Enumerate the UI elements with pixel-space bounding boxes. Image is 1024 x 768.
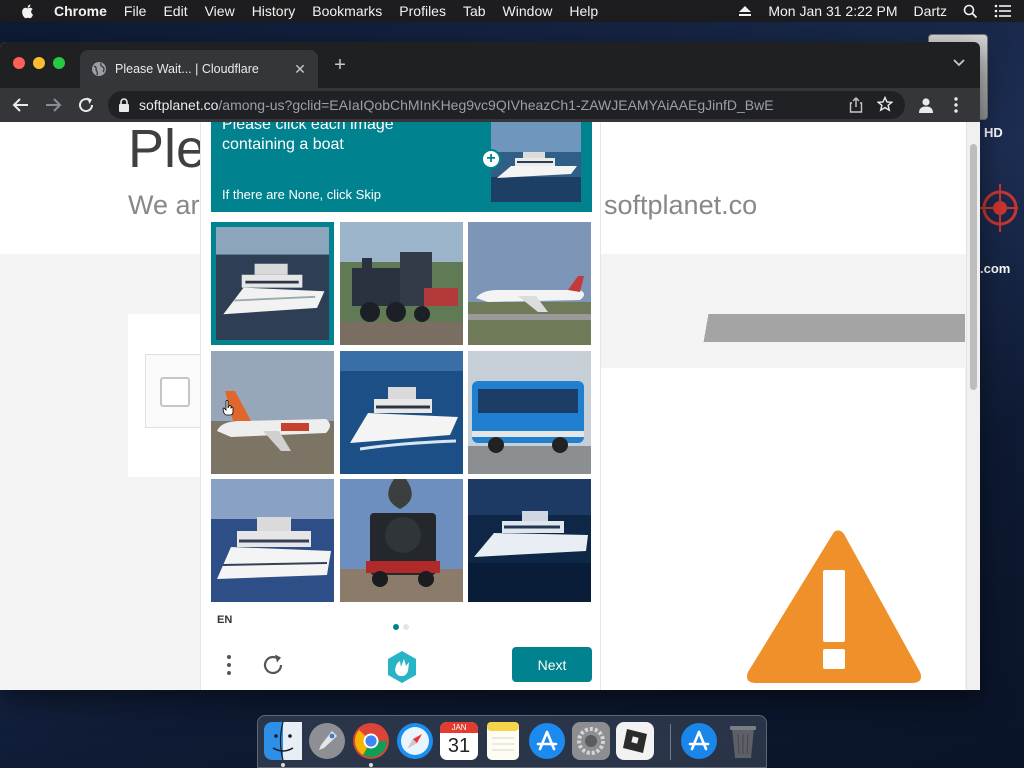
page-title: Ple	[128, 122, 207, 179]
image-tile-yacht-selected[interactable]	[211, 222, 334, 345]
eject-icon[interactable]	[738, 5, 752, 17]
hcaptcha-logo-icon[interactable]	[384, 649, 420, 685]
menu-view[interactable]: View	[205, 3, 235, 19]
reload-icon[interactable]	[77, 96, 95, 114]
launchpad-icon[interactable]	[308, 722, 346, 760]
close-tab-icon[interactable]: ✕	[292, 61, 308, 78]
profile-icon[interactable]	[917, 96, 935, 114]
progress-band-edge	[700, 314, 712, 342]
image-tile-yacht[interactable]	[340, 351, 463, 474]
back-arrow-icon[interactable]	[12, 96, 30, 114]
more-menu-icon[interactable]	[952, 96, 960, 114]
globe-icon	[92, 62, 106, 76]
page-subtitle: We ar	[128, 190, 200, 220]
prompt-skip-hint: If there are None, click Skip	[222, 187, 381, 202]
prompt-text-line2: containing a boat	[222, 136, 344, 153]
safari-icon[interactable]	[396, 722, 434, 760]
menu-app-chrome[interactable]: Chrome	[54, 3, 107, 19]
control-center-list-icon[interactable]	[994, 4, 1012, 18]
challenge-pager	[393, 624, 413, 630]
challenge-prompt: Please click each image containing a boa…	[211, 122, 592, 212]
new-tab-button[interactable]: +	[330, 55, 350, 76]
dock-separator	[670, 724, 671, 760]
next-button[interactable]: Next	[512, 647, 592, 682]
captcha-menu-icon[interactable]	[225, 653, 233, 677]
calendar-icon[interactable]: JAN 31	[440, 722, 478, 760]
tab-title: Please Wait... | Cloudflare	[115, 62, 259, 76]
menubar-clock[interactable]: Mon Jan 31 2:22 PM	[768, 3, 897, 19]
menu-profiles[interactable]: Profiles	[399, 3, 446, 19]
tab-strip: Please Wait... | Cloudflare ✕ +	[0, 42, 980, 88]
lock-icon[interactable]	[118, 98, 130, 112]
hand-pointer-cursor-icon	[222, 400, 234, 416]
macos-menubar: Chrome File Edit View History Bookmarks …	[0, 0, 1024, 22]
image-tile-yacht[interactable]	[211, 479, 334, 602]
tab-search-chevron-icon[interactable]	[952, 58, 966, 68]
pager-dot	[403, 624, 409, 630]
menu-edit[interactable]: Edit	[163, 3, 187, 19]
captcha-challenge: Please click each image containing a boa…	[200, 122, 601, 690]
trash-icon[interactable]	[724, 722, 762, 760]
language-selector[interactable]: EN	[217, 614, 232, 626]
chrome-window: Please Wait... | Cloudflare ✕ + softplan…	[0, 42, 980, 690]
menu-bookmarks[interactable]: Bookmarks	[312, 3, 382, 19]
image-grid	[211, 222, 592, 603]
url-host: softplanet.co	[139, 97, 219, 113]
desktop-file-label[interactable]: .com	[980, 261, 1010, 276]
close-window-button[interactable]	[13, 57, 25, 69]
share-icon[interactable]	[849, 97, 863, 113]
macos-dock: JAN 31	[257, 715, 767, 768]
notes-icon[interactable]	[484, 722, 522, 760]
finder-running-indicator	[281, 763, 285, 767]
minimize-window-button[interactable]	[33, 57, 45, 69]
menu-file[interactable]: File	[124, 3, 147, 19]
spotlight-search-icon[interactable]	[963, 4, 978, 19]
forward-arrow-icon[interactable]	[44, 96, 62, 114]
image-tile-train[interactable]	[340, 222, 463, 345]
hard-drive-label[interactable]: HD	[984, 125, 1003, 140]
image-tile-train[interactable]	[340, 479, 463, 602]
warning-triangle-icon	[746, 530, 922, 683]
fullscreen-window-button[interactable]	[53, 57, 65, 69]
finder-icon[interactable]	[264, 722, 302, 760]
zoom-example-plus-icon[interactable]: +	[481, 149, 501, 169]
page-scrollbar[interactable]	[966, 122, 980, 690]
menu-history[interactable]: History	[252, 3, 296, 19]
captcha-checkbox[interactable]	[160, 377, 190, 407]
url-path: /among-us?gclid=EAIaIQobChMInKHeg9vc9QIV…	[218, 97, 774, 113]
address-bar[interactable]: softplanet.co/among-us?gclid=EAIaIQobChM…	[108, 91, 905, 119]
menu-window[interactable]: Window	[503, 3, 553, 19]
prompt-text-line1: Please click each image	[222, 122, 394, 133]
scrollbar-thumb[interactable]	[970, 144, 977, 390]
menubar-user[interactable]: Dartz	[914, 3, 947, 19]
page-subtitle-domain: softplanet.co	[604, 190, 758, 220]
app-store-folder-icon[interactable]	[680, 722, 718, 760]
example-yacht-image[interactable]	[491, 122, 581, 202]
image-tile-bus[interactable]	[468, 351, 591, 474]
page-viewport: Ple We ar softplanet.co Please click eac…	[0, 122, 980, 690]
calendar-day: 31	[447, 735, 471, 757]
menu-help[interactable]: Help	[569, 3, 598, 19]
image-tile-yacht[interactable]	[468, 479, 591, 602]
browser-toolbar: softplanet.co/among-us?gclid=EAIaIQobChM…	[0, 88, 980, 122]
apple-menu-icon[interactable]	[20, 3, 36, 19]
progress-band-gap	[600, 314, 708, 342]
chrome-icon[interactable]	[352, 722, 390, 760]
app-store-icon[interactable]	[528, 722, 566, 760]
roblox-icon[interactable]	[616, 722, 654, 760]
image-tile-airplane[interactable]	[468, 222, 591, 345]
calendar-month: JAN	[440, 722, 478, 733]
refresh-challenge-icon[interactable]	[261, 653, 285, 677]
browser-tab[interactable]: Please Wait... | Cloudflare ✕	[80, 50, 318, 88]
pager-dot-active	[393, 624, 399, 630]
chrome-running-indicator	[369, 763, 373, 767]
menu-tab[interactable]: Tab	[463, 3, 486, 19]
desktop-app-icon[interactable]	[978, 178, 1018, 240]
bookmark-star-icon[interactable]	[877, 96, 893, 112]
system-preferences-icon[interactable]	[572, 722, 610, 760]
